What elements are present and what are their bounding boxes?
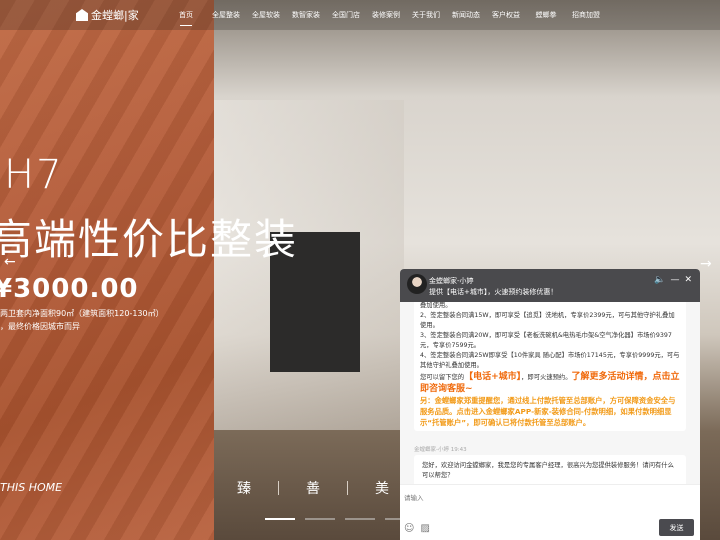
divider <box>347 481 348 495</box>
value-1: 臻 <box>237 481 251 497</box>
nav-item[interactable]: 全国门店 <box>326 10 366 20</box>
chat-subtitle: 提供【电话+城市】，火速预约装修优惠！ <box>429 288 558 296</box>
chat-input[interactable]: 请输入 <box>404 492 424 502</box>
nav-item[interactable]: 新闻动态 <box>446 10 486 20</box>
prev-arrow-icon[interactable]: ← <box>4 254 16 270</box>
chat-widget: 金螳螂家-小婷 提供【电话+城市】，火速预约装修优惠！ 🔈 — ✕ 叠加使用。 2、… <box>400 269 700 540</box>
top-nav: 金螳螂|家 首页 全屋整装 全屋软装 数智家装 全国门店 装修案例 关于我们 新闻动态 客户权益… <box>0 0 720 30</box>
emoji-icon[interactable]: ☺ <box>404 523 414 534</box>
hero-desc: 两卫套内净面积90㎡（建筑面积120-130㎡） ，最终价格因城市而异 <box>0 309 164 331</box>
msg-note: 另：金螳螂家郑重提醒您，通过线上付款托管至总部账户，方可保障资金安全与服务品质。… <box>420 396 676 427</box>
avatar <box>407 274 427 294</box>
nav-item[interactable]: 招商加盟 <box>566 10 606 20</box>
msg-text: ，即可火速预约。 <box>521 374 572 381</box>
slide-dot[interactable] <box>305 518 335 520</box>
slide-dot[interactable] <box>345 518 375 520</box>
hero-model: H7 <box>4 152 64 198</box>
value-2: 善 <box>306 481 320 497</box>
nav-item[interactable]: 全屋软装 <box>246 10 286 20</box>
agent-name: 金螳螂家-小婷 <box>429 277 474 285</box>
nav-item[interactable]: 数智家装 <box>286 10 326 20</box>
send-button[interactable]: 发送 <box>659 519 694 536</box>
minimize-icon[interactable]: — <box>670 275 679 285</box>
msg-text: 您可以留下您的 <box>420 374 465 381</box>
msg-highlight: 【电话+城市】 <box>464 372 522 382</box>
chat-input-area[interactable]: 请输入 ☺ ▨ 发送 <box>400 484 700 540</box>
slide-indicators <box>265 518 415 520</box>
nav-item[interactable]: 全屋整装 <box>206 10 246 20</box>
message-list[interactable]: 叠加使用。 2、签定整装合同满15W，即可享受【追觅】洗地机，专享价2399元，… <box>400 302 700 440</box>
hero-texture <box>0 0 214 540</box>
nav-item[interactable]: 关于我们 <box>406 10 446 20</box>
nav-item[interactable]: 螳螂拳 <box>526 10 566 20</box>
message-bubble: 叠加使用。 2、签定整装合同满15W，即可享受【追觅】洗地机，专享价2399元，… <box>414 302 686 431</box>
nav-item[interactable]: 首页 <box>166 10 206 26</box>
image-icon[interactable]: ▨ <box>420 523 429 534</box>
hero-price: ¥3000.00 <box>0 274 139 304</box>
message-meta: 金螳螂家-小婷 19:43 <box>414 447 467 453</box>
hero-values: 臻 善 美 <box>228 478 398 498</box>
chat-header: 金螳螂家-小婷 提供【电话+城市】，火速预约装修优惠！ 🔈 — ✕ <box>400 269 700 302</box>
nav-item[interactable]: 客户权益 <box>486 10 526 20</box>
slide-dot[interactable] <box>265 518 295 520</box>
house-logo-icon <box>76 9 88 21</box>
msg-line: 2、签定整装合同满15W，即可享受【追觅】洗地机，专享价2399元，可与其他守护… <box>420 312 675 329</box>
message-2: 金螳螂家-小婷 19:43 您好，欢迎访问金螳螂家，我是您的专属客户经理，很高兴… <box>414 437 686 487</box>
divider <box>278 481 279 495</box>
brand-logo[interactable]: 金螳螂|家 <box>76 7 139 23</box>
msg-line: 4、签定整装合同满25W即享受【10件家具 随心配】市场价17145元，专享价9… <box>420 352 680 369</box>
hero-home-text: THIS HOME <box>0 481 63 494</box>
next-arrow-icon[interactable]: → <box>700 256 712 272</box>
close-icon[interactable]: ✕ <box>684 275 692 285</box>
message-bubble: 您好，欢迎访问金螳螂家，我是您的专属客户经理，很高兴为您提供装修服务！请问有什么… <box>414 455 686 487</box>
nav-item[interactable]: 装修案例 <box>366 10 406 20</box>
msg-line: 叠加使用。 <box>420 302 452 309</box>
value-3: 美 <box>375 481 389 497</box>
hero-slogan: 高端性价比整装 <box>0 215 299 264</box>
msg-line: 3、签定整装合同满20W，即可享受【老板洗碗机&电热毛巾架&空气净化器】市场价9… <box>420 332 672 349</box>
speaker-icon[interactable]: 🔈 <box>654 275 665 285</box>
